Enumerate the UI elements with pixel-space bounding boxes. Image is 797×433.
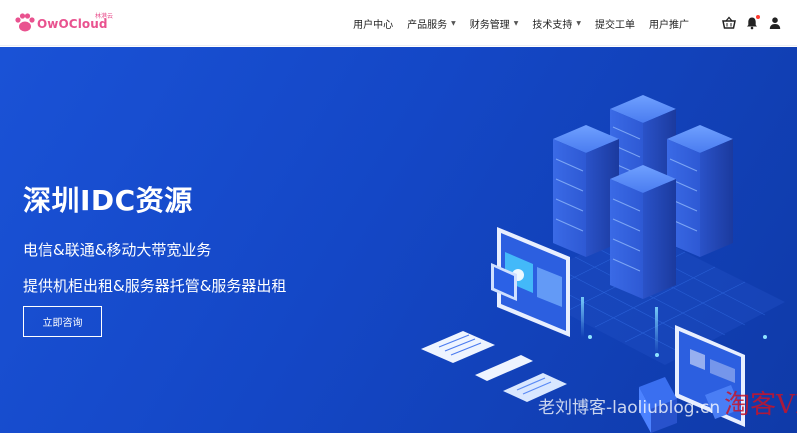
nav-submit-ticket[interactable]: 提交工单 [595, 16, 635, 31]
main-nav: 用户中心 产品服务 ▼ 财务管理 ▼ 技术支持 ▼ 提交工单 用户推广 [339, 0, 689, 46]
watermark-text: 老刘博客-laoliublog.cn [538, 398, 721, 418]
header-icons [714, 0, 783, 46]
consult-now-button[interactable]: 立即咨询 [23, 306, 102, 337]
basket-icon [722, 16, 736, 29]
brand-logo[interactable]: OwOCloud 林港云 [14, 10, 114, 36]
server-rack-right [667, 125, 733, 257]
nav-finance[interactable]: 财务管理 ▼ [470, 16, 519, 31]
nav-label: 提交工单 [595, 19, 635, 31]
nav-label: 技术支持 [532, 19, 573, 31]
chevron-down-icon: ▼ [451, 19, 456, 27]
nav-affiliate[interactable]: 用户推广 [649, 16, 689, 31]
nav-label: 财务管理 [469, 19, 510, 31]
nav-label: 用户中心 [353, 19, 394, 31]
nav-label: 产品服务 [407, 19, 448, 31]
cart-button[interactable] [721, 15, 737, 31]
server-rack-front [610, 165, 676, 299]
account-button[interactable] [767, 15, 783, 31]
nav-label: 用户推广 [649, 19, 689, 31]
notifications-button[interactable] [744, 15, 760, 31]
user-icon [769, 17, 781, 29]
nav-user-center[interactable]: 用户中心 [353, 16, 393, 31]
notification-dot [756, 15, 760, 19]
hero-title: 深圳IDC资源 [23, 184, 193, 217]
chevron-down-icon: ▼ [576, 19, 581, 27]
chevron-down-icon: ▼ [513, 19, 519, 27]
hero-banner: 深圳IDC资源 电信&联通&移动大带宽业务 提供机柜出租&服务器托管&服务器出租… [0, 47, 797, 433]
nav-products[interactable]: 产品服务 ▼ [407, 16, 456, 31]
paw-icon [15, 13, 35, 32]
nav-support[interactable]: 技术支持 ▼ [532, 16, 581, 31]
hero-subtitle-1: 电信&联通&移动大带宽业务 [23, 241, 212, 259]
floating-document [421, 331, 495, 363]
brand-subtitle: 林港云 [95, 13, 114, 20]
datacenter-illustration [421, 95, 785, 433]
watermark: 老刘博客-laoliublog.cn淘客VPS [538, 384, 797, 421]
watermark-overlay: 淘客VPS [724, 390, 797, 420]
top-header: OwOCloud 林港云 用户中心 产品服务 ▼ 财务管理 ▼ 技术支持 ▼ 提… [0, 0, 797, 46]
server-rack-left [553, 125, 619, 257]
hero-subtitle-2: 提供机柜出租&服务器托管&服务器出租 [23, 277, 287, 295]
